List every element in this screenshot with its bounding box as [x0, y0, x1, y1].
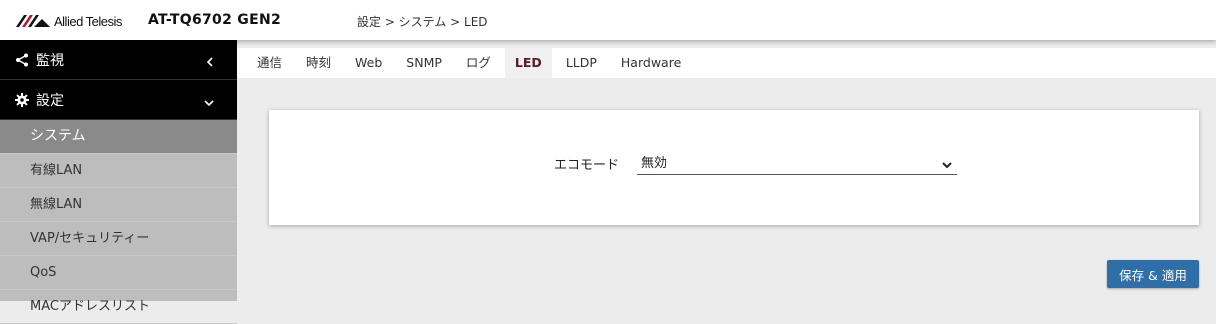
tab-communication[interactable]: 通信 [247, 48, 292, 78]
tab-hardware[interactable]: Hardware [611, 48, 691, 78]
chevron-left-icon [205, 53, 215, 72]
chevron-down-icon [941, 155, 953, 174]
sidebar-group-settings[interactable]: 設定 [0, 80, 237, 120]
sidebar-item-wireless-lan[interactable]: 無線LAN [0, 188, 237, 222]
led-settings-card: エコモード 無効 [269, 110, 1199, 225]
share-icon [14, 52, 30, 68]
sidebar-item-wired-lan[interactable]: 有線LAN [0, 154, 237, 188]
sidebar-item-qos[interactable]: QoS [0, 256, 237, 290]
sidebar-item-mac-address-list[interactable]: MACアドレスリスト [0, 290, 237, 324]
device-model: AT-TQ6702 GEN2 [148, 12, 281, 28]
logo-mark-icon [16, 15, 50, 27]
logo-text: Allied Telesis [54, 13, 122, 29]
tab-log[interactable]: ログ [456, 48, 501, 78]
sidebar-group-label: 設定 [36, 92, 64, 109]
chevron-down-icon [203, 93, 215, 112]
sidebar-item-vap-security[interactable]: VAP/セキュリティー [0, 222, 237, 256]
tab-snmp[interactable]: SNMP [396, 48, 452, 78]
tab-led[interactable]: LED [504, 48, 552, 78]
eco-mode-label: エコモード [554, 158, 620, 173]
tab-lldp[interactable]: LLDP [556, 48, 607, 78]
allied-telesis-logo: Allied Telesis [16, 12, 122, 30]
sidebar-group-label: 監視 [36, 52, 64, 69]
sidebar-item-system[interactable]: システム [0, 120, 237, 154]
breadcrumb: 設定 > システム > LED [357, 15, 488, 29]
eco-mode-value: 無効 [641, 156, 668, 171]
tab-bar: 通信 時刻 Web SNMP ログ LED LLDP Hardware [237, 48, 1216, 78]
sidebar: 監視 設定 システム 有線LAN 無線LAN VAP/セキュリティー QoS M… [0, 40, 237, 324]
top-header: Allied Telesis AT-TQ6702 GEN2 設定 > システム … [0, 0, 1216, 40]
main-content: 通信 時刻 Web SNMP ログ LED LLDP Hardware エコモー… [237, 40, 1216, 301]
sidebar-group-monitor[interactable]: 監視 [0, 40, 237, 80]
tab-time[interactable]: 時刻 [296, 48, 341, 78]
save-apply-button[interactable]: 保存 & 適用 [1107, 260, 1199, 288]
tab-web[interactable]: Web [345, 48, 392, 78]
eco-mode-select[interactable]: 無効 [637, 148, 957, 175]
gear-icon [14, 92, 30, 108]
